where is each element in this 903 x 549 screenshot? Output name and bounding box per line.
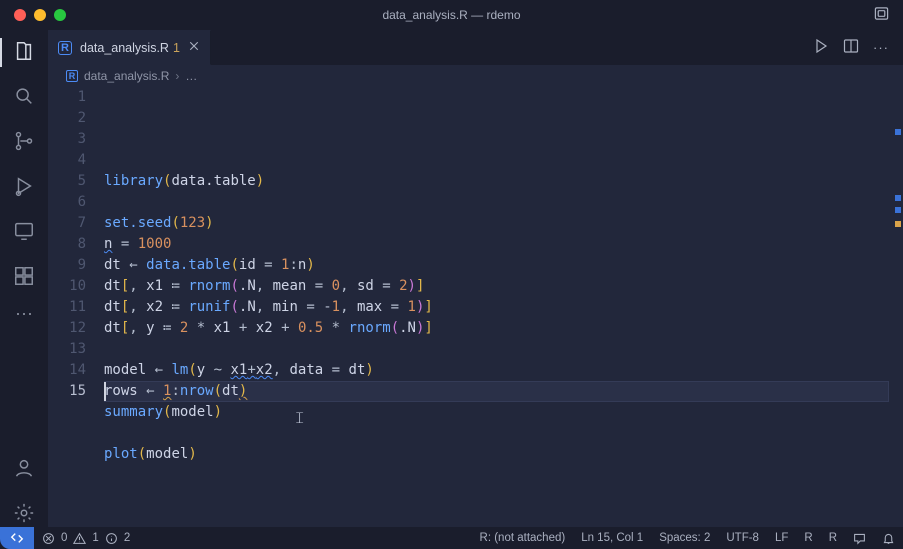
titlebar: data_analysis.R — rdemo <box>0 0 903 30</box>
chevron-right-icon: › <box>175 69 179 83</box>
tab-filename: data_analysis.R <box>80 41 169 55</box>
problems-status[interactable]: 0 1 2 <box>34 527 138 549</box>
breadcrumb[interactable]: R data_analysis.R › … <box>48 65 903 87</box>
r-file-icon: R <box>66 70 78 82</box>
activity-bar: ··· <box>0 30 48 527</box>
tab-modification-badge: 1 <box>173 41 180 55</box>
run-file-icon[interactable] <box>813 38 829 57</box>
run-debug-icon[interactable] <box>13 175 35 200</box>
extensions-icon[interactable] <box>13 265 35 290</box>
split-editor-icon[interactable] <box>843 38 859 57</box>
search-icon[interactable] <box>13 85 35 110</box>
breadcrumb-more: … <box>185 69 197 83</box>
language-mode-status[interactable]: R <box>796 527 820 549</box>
activity-overflow-icon[interactable]: ··· <box>13 310 35 332</box>
code-editor[interactable]: 123456789101112131415 library(data.table… <box>48 87 903 527</box>
settings-gear-icon[interactable] <box>13 502 35 527</box>
accounts-icon[interactable] <box>13 457 35 482</box>
warning-count: 1 <box>92 532 98 544</box>
tab-close-icon[interactable] <box>188 40 200 55</box>
tab-data-analysis[interactable]: R data_analysis.R 1 <box>48 30 211 65</box>
notifications-icon[interactable] <box>874 527 903 549</box>
r-file-icon: R <box>58 41 72 55</box>
r-icon-status[interactable]: R <box>821 527 845 549</box>
line-number-gutter: 123456789101112131415 <box>48 87 104 527</box>
error-count: 0 <box>61 532 67 544</box>
tab-bar: R data_analysis.R 1 ··· <box>48 30 903 65</box>
code-content[interactable]: library(data.table)set.seed(123)n = 1000… <box>104 87 903 527</box>
encoding-status[interactable]: UTF-8 <box>718 527 767 549</box>
status-bar: 0 1 2 R: (not attached) Ln 15, Col 1 Spa… <box>0 527 903 549</box>
overview-ruler[interactable] <box>893 87 903 527</box>
explorer-icon[interactable] <box>13 40 35 65</box>
cursor-position-status[interactable]: Ln 15, Col 1 <box>573 527 651 549</box>
editor-area: R data_analysis.R 1 ··· R data_analysis.… <box>48 30 903 527</box>
window-title: data_analysis.R — rdemo <box>0 8 903 22</box>
source-control-icon[interactable] <box>13 130 35 155</box>
indentation-status[interactable]: Spaces: 2 <box>651 527 718 549</box>
eol-status[interactable]: LF <box>767 527 796 549</box>
remote-explorer-icon[interactable] <box>13 220 35 245</box>
remote-indicator[interactable] <box>0 527 34 549</box>
editor-overflow-icon[interactable]: ··· <box>873 40 889 55</box>
feedback-icon[interactable] <box>845 527 874 549</box>
info-count: 2 <box>124 532 130 544</box>
r-session-status[interactable]: R: (not attached) <box>472 527 574 549</box>
breadcrumb-file: data_analysis.R <box>84 69 169 83</box>
